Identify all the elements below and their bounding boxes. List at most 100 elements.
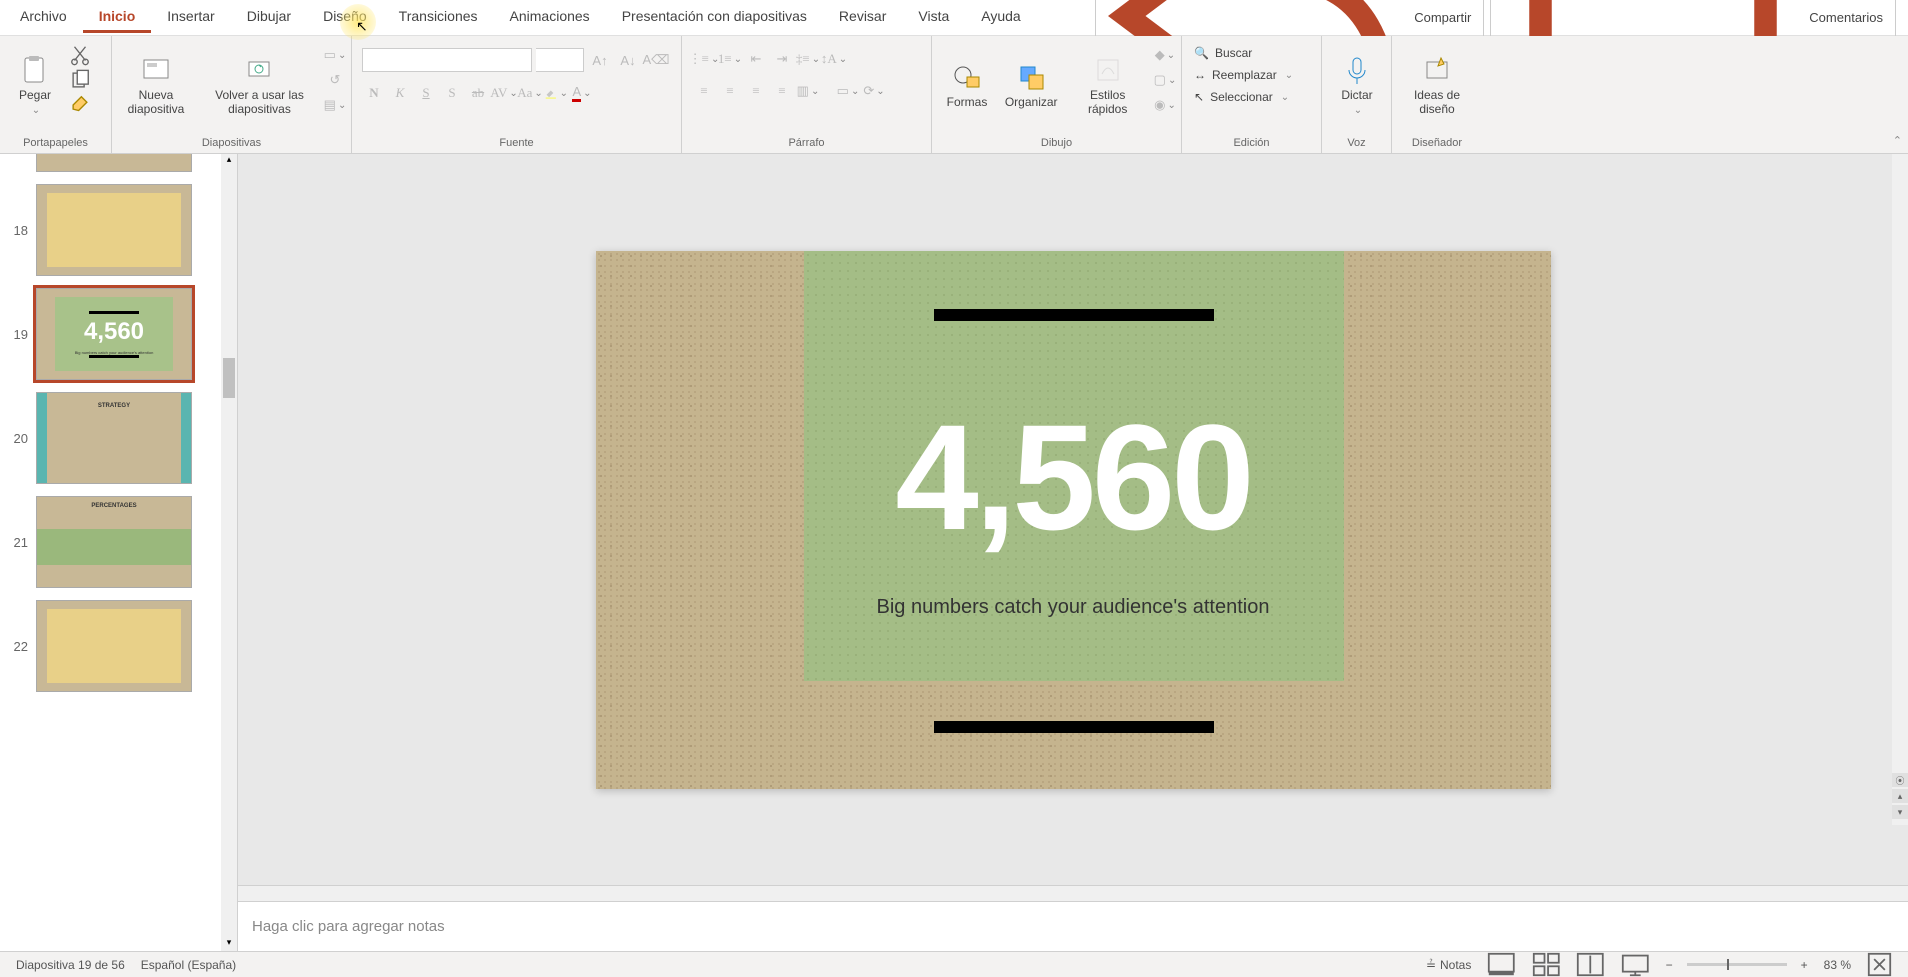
group-label-designer: Diseñador	[1396, 135, 1478, 153]
zoom-level[interactable]: 83 %	[1816, 952, 1859, 977]
tab-file[interactable]: Archivo	[4, 2, 83, 33]
slide-canvas[interactable]: 4,560 Big numbers catch your audience's …	[596, 251, 1551, 789]
select-button[interactable]: ↖Seleccionar⌄	[1194, 90, 1293, 104]
prev-slide-button[interactable]: ⦿	[1892, 773, 1908, 787]
notes-placeholder: Haga clic para agregar notas	[252, 918, 445, 935]
smartart-button[interactable]: ⟳⌄	[862, 80, 886, 102]
tab-draw[interactable]: Dibujar	[231, 2, 307, 33]
thumbnail-number: 21	[10, 535, 28, 550]
tab-view[interactable]: Vista	[902, 2, 965, 33]
align-right-button[interactable]: ≡	[744, 80, 768, 102]
cut-button[interactable]	[68, 44, 92, 66]
quick-styles-button[interactable]: Estilos rápidos	[1064, 40, 1151, 130]
section-button[interactable]: ▤⌄	[323, 94, 347, 116]
new-slide-button[interactable]: Nueva diapositiva	[116, 40, 196, 130]
arrange-button[interactable]: Organizar	[1000, 40, 1062, 130]
highlight-button[interactable]: ⌄	[544, 82, 568, 104]
design-ideas-button[interactable]: Ideas de diseño	[1396, 40, 1478, 130]
thumbnail-slide-20[interactable]: 20STRATEGY	[0, 386, 237, 490]
change-case-button[interactable]: Aa⌄	[518, 82, 542, 104]
italic-button[interactable]: K	[388, 82, 412, 104]
status-language[interactable]: Español (España)	[133, 952, 244, 977]
char-spacing-button[interactable]: AV⌄	[492, 82, 516, 104]
bullets-button[interactable]: ⋮≡⌄	[692, 48, 716, 70]
thumbnail-slide-18[interactable]: 18	[0, 178, 237, 282]
align-left-button[interactable]: ≡	[692, 80, 716, 102]
tab-help[interactable]: Ayuda	[965, 2, 1036, 33]
format-painter-button[interactable]	[68, 94, 92, 116]
decrease-indent-button[interactable]: ⇤	[744, 48, 768, 70]
reset-slide-button[interactable]: ↺	[323, 69, 347, 91]
font-family-select[interactable]	[362, 48, 532, 72]
shapes-button[interactable]: Formas	[936, 40, 998, 130]
scrollbar-handle[interactable]	[223, 358, 235, 398]
scroll-up-button[interactable]: ▴	[221, 154, 237, 168]
thumbnails-scrollbar[interactable]: ▴ ▾	[221, 154, 237, 951]
view-sorter-button[interactable]	[1524, 952, 1569, 977]
group-label-editing: Edición	[1186, 135, 1317, 153]
tab-animations[interactable]: Animaciones	[494, 2, 606, 33]
shape-outline-button[interactable]: ▢⌄	[1153, 69, 1177, 91]
thumbnail-slide-22[interactable]: 22	[0, 594, 237, 698]
notes-pane[interactable]: Haga clic para agregar notas	[238, 901, 1908, 951]
shadow-button[interactable]: S	[440, 82, 464, 104]
thumbnail-number: 18	[10, 223, 28, 238]
zoom-slider[interactable]	[1687, 963, 1787, 966]
view-normal-button[interactable]	[1479, 952, 1524, 977]
line-spacing-button[interactable]: ‡≡⌄	[796, 48, 820, 70]
view-reading-button[interactable]	[1568, 952, 1613, 977]
font-size-select[interactable]	[536, 48, 584, 72]
dictate-button[interactable]: Dictar ⌄	[1326, 40, 1388, 130]
canvas-horizontal-scrollbar[interactable]	[238, 885, 1908, 901]
thumbnail-slide-19[interactable]: 194,560Big numbers catch your audience's…	[0, 282, 237, 386]
collapse-ribbon-button[interactable]: ⌃	[1893, 134, 1902, 147]
shape-fill-button[interactable]: ◆⌄	[1153, 44, 1177, 66]
columns-button[interactable]: ▥⌄	[796, 80, 820, 102]
thumbnail-number: 22	[10, 639, 28, 654]
next-slide-arrow[interactable]: ▾	[1892, 805, 1908, 819]
increase-indent-button[interactable]: ⇥	[770, 48, 794, 70]
tab-insert[interactable]: Insertar	[151, 2, 230, 33]
status-slide-counter[interactable]: Diapositiva 19 de 56	[8, 952, 133, 977]
decrease-font-button[interactable]: A↓	[616, 49, 640, 71]
tab-slideshow[interactable]: Presentación con diapositivas	[606, 2, 823, 33]
copy-button[interactable]	[68, 69, 92, 91]
view-slideshow-button[interactable]	[1613, 952, 1658, 977]
align-text-button[interactable]: ▭⌄	[836, 80, 860, 102]
cursor-select-icon: ↖	[1194, 90, 1204, 104]
replace-button[interactable]: ↔Reemplazar⌄	[1194, 68, 1293, 82]
clear-formatting-button[interactable]: A⌫	[644, 49, 668, 71]
slide-nav-buttons: ⦿ ▴ ▾	[1892, 773, 1908, 819]
group-label-paragraph: Párrafo	[686, 135, 927, 153]
bold-button[interactable]: N	[362, 82, 386, 104]
tab-design[interactable]: Diseño	[307, 2, 383, 33]
prev-slide-arrow[interactable]: ▴	[1892, 789, 1908, 803]
numbering-button[interactable]: 1≡⌄	[718, 48, 742, 70]
group-label-font: Fuente	[356, 135, 677, 153]
thumbnail-slide-21[interactable]: 21 PERCENTAGES	[0, 490, 237, 594]
slide-caption: Big numbers catch your audience's attent…	[596, 596, 1551, 619]
tab-home[interactable]: Inicio	[83, 2, 152, 33]
fit-to-window-button[interactable]	[1859, 952, 1900, 977]
align-center-button[interactable]: ≡	[718, 80, 742, 102]
layout-button[interactable]: ▭⌄	[323, 44, 347, 66]
increase-font-button[interactable]: A↑	[588, 49, 612, 71]
paste-button[interactable]: Pegar ⌄	[4, 40, 66, 130]
font-color-button[interactable]: A⌄	[570, 82, 594, 104]
zoom-in-button[interactable]: +	[1793, 952, 1816, 977]
canvas-vertical-scrollbar[interactable]	[1892, 154, 1908, 825]
tab-transitions[interactable]: Transiciones	[383, 2, 494, 33]
strikethrough-button[interactable]: ab	[466, 82, 490, 104]
justify-button[interactable]: ≡	[770, 80, 794, 102]
text-direction-button[interactable]: ↕A⌄	[822, 48, 846, 70]
zoom-out-button[interactable]: −	[1658, 952, 1681, 977]
scroll-down-button[interactable]: ▾	[221, 937, 237, 951]
underline-button[interactable]: S	[414, 82, 438, 104]
tab-review[interactable]: Revisar	[823, 2, 902, 33]
status-notes-button[interactable]: ≟ Notas	[1418, 952, 1479, 977]
shape-effects-button[interactable]: ◉⌄	[1153, 94, 1177, 116]
replace-icon: ↔	[1194, 68, 1206, 82]
reuse-slides-button[interactable]: Volver a usar las diapositivas	[198, 40, 321, 130]
find-button[interactable]: 🔍Buscar	[1194, 46, 1293, 60]
thumbnail-preview: PERCENTAGES	[36, 496, 192, 588]
